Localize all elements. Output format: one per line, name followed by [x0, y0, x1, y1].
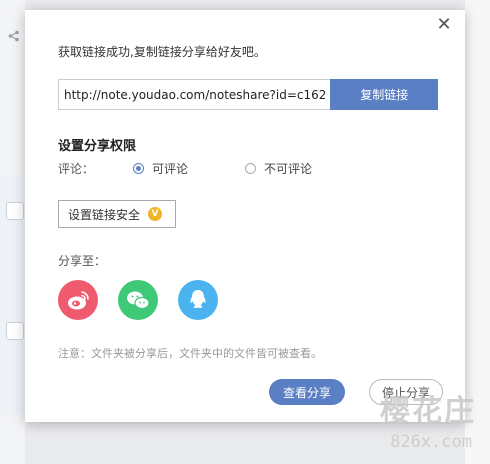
share-link-input[interactable]	[58, 79, 331, 110]
radio-label: 不可评论	[264, 162, 313, 176]
radio-unchecked-icon	[245, 163, 256, 174]
file-thumbnail-icon	[6, 202, 24, 220]
vip-badge-icon: V	[148, 207, 163, 221]
wechat-icon	[127, 291, 150, 310]
qq-icon	[190, 290, 206, 309]
radio-disallow-comment[interactable]: 不可评论	[245, 160, 312, 177]
success-message: 获取链接成功,复制链接分享给好友吧。	[58, 45, 266, 59]
watermark-url: 826x.com	[390, 432, 472, 452]
permissions-title: 设置分享权限	[58, 139, 137, 154]
weibo-icon	[68, 291, 89, 310]
radio-checked-icon	[133, 163, 144, 174]
watermark-text: 樱花庄	[380, 394, 476, 429]
wechat-share-button[interactable]	[118, 280, 158, 320]
link-security-button[interactable]: 设置链接安全 V	[58, 200, 176, 228]
link-row: 复制链接	[58, 79, 438, 110]
weibo-share-button[interactable]	[58, 280, 98, 320]
notice-text: 注意：文件夹被分享后，文件夹中的文件皆可被查看。	[58, 347, 322, 360]
view-share-button[interactable]: 查看分享	[269, 379, 345, 405]
qq-share-button[interactable]	[178, 280, 218, 320]
comment-label: 评论：	[58, 162, 95, 176]
copy-link-button[interactable]: 复制链接	[330, 79, 438, 110]
background-list-item	[0, 175, 25, 295]
background-list-item	[0, 295, 25, 415]
close-icon[interactable]: ✕	[435, 16, 453, 34]
radio-allow-comment[interactable]: 可评论	[133, 160, 188, 177]
share-dialog: ✕ 获取链接成功,复制链接分享给好友吧。 复制链接 设置分享权限 评论： 可评论…	[25, 10, 465, 422]
file-thumbnail-icon	[6, 322, 24, 340]
radio-label: 可评论	[152, 162, 189, 176]
share-to-label: 分享至：	[58, 254, 107, 268]
share-icon	[8, 30, 20, 45]
link-security-label: 设置链接安全	[68, 207, 141, 222]
